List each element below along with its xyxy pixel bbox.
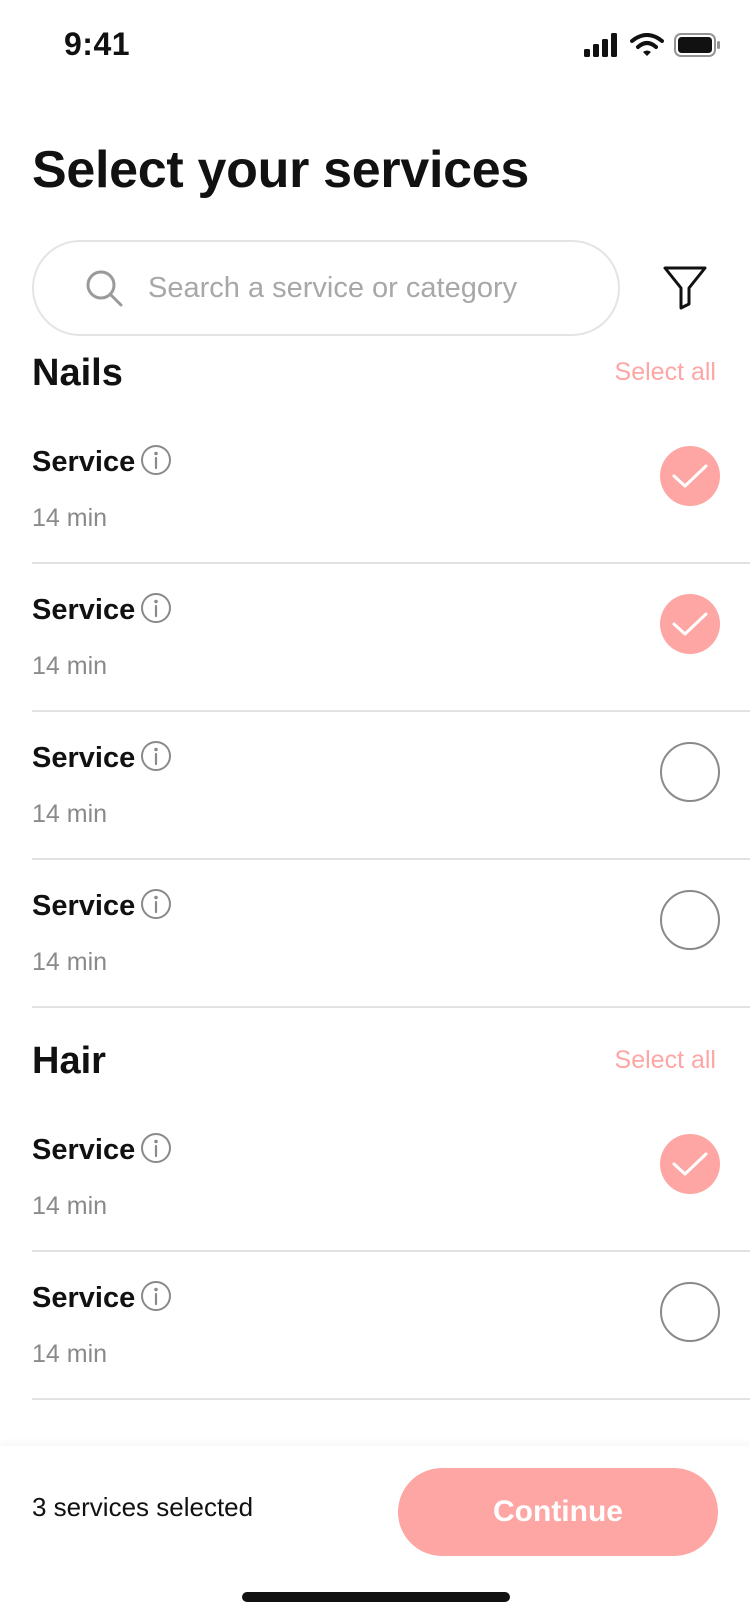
unselected-checkbox[interactable] — [660, 890, 720, 950]
search-icon — [86, 270, 123, 307]
info-icon[interactable] — [140, 1280, 172, 1312]
info-icon[interactable] — [140, 888, 172, 920]
service-name: Service — [32, 1282, 136, 1314]
selected-checkbox[interactable] — [660, 446, 720, 506]
info-icon[interactable] — [140, 592, 172, 624]
selected-count: 3 services selected — [32, 1492, 254, 1522]
search-input[interactable]: Search a service or category — [32, 240, 620, 336]
home-indicator — [242, 1592, 510, 1602]
service-duration: 14 min — [32, 504, 108, 532]
status-icons — [584, 32, 722, 58]
service-name: Service — [32, 890, 136, 922]
service-duration: 14 min — [32, 948, 108, 976]
service-row[interactable]: Service 14 min — [32, 564, 750, 712]
search-placeholder: Search a service or category — [148, 271, 518, 304]
continue-button[interactable]: Continue — [398, 1468, 718, 1556]
info-icon[interactable] — [140, 1132, 172, 1164]
service-row[interactable]: Service 14 min — [32, 712, 750, 860]
section-title-hair: Hair — [32, 1040, 106, 1082]
service-row[interactable]: Service 14 min — [32, 416, 750, 564]
service-name: Service — [32, 594, 136, 626]
status-time: 9:41 — [64, 26, 131, 62]
check-icon — [672, 1152, 708, 1176]
wifi-icon — [630, 33, 664, 56]
service-duration: 14 min — [32, 1340, 108, 1368]
check-icon — [672, 612, 708, 636]
page-title: Select your services — [32, 141, 529, 199]
unselected-checkbox[interactable] — [660, 1282, 720, 1342]
service-name: Service — [32, 1134, 136, 1166]
battery-icon — [674, 33, 720, 57]
service-name: Service — [32, 742, 136, 774]
info-icon[interactable] — [140, 444, 172, 476]
service-row[interactable]: Service 14 min — [32, 1104, 750, 1252]
service-row[interactable]: Service 14 min — [32, 860, 750, 1008]
service-duration: 14 min — [32, 1192, 108, 1220]
service-name: Service — [32, 446, 136, 478]
row-divider — [32, 1398, 750, 1400]
signal-icon — [584, 33, 617, 57]
row-divider — [32, 1006, 750, 1008]
section-title-nails: Nails — [32, 352, 123, 394]
service-duration: 14 min — [32, 800, 108, 828]
unselected-checkbox[interactable] — [660, 742, 720, 802]
filter-icon[interactable] — [662, 264, 708, 310]
service-duration: 14 min — [32, 652, 108, 680]
select-all-button[interactable]: Select all — [615, 358, 716, 387]
selected-checkbox[interactable] — [660, 1134, 720, 1194]
check-icon — [672, 464, 708, 488]
info-icon[interactable] — [140, 740, 172, 772]
select-all-button[interactable]: Select all — [615, 1046, 716, 1075]
service-row[interactable]: Service 14 min — [32, 1252, 750, 1400]
selected-checkbox[interactable] — [660, 594, 720, 654]
